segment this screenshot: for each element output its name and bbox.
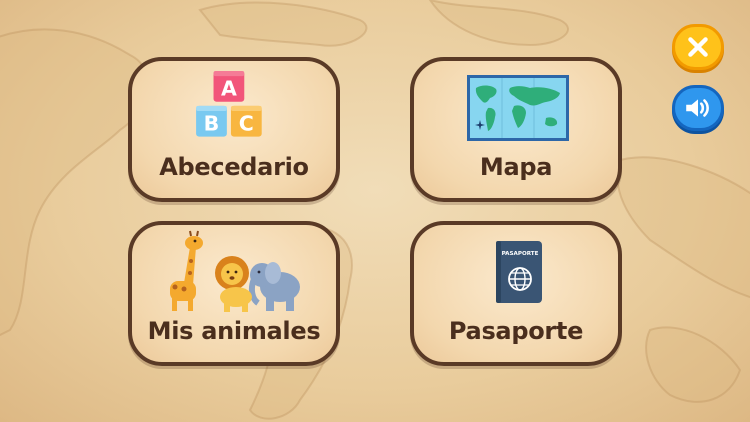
animals-label: Mis animales <box>147 317 321 345</box>
alphabet-card[interactable]: A B C Abecedario <box>128 57 340 202</box>
block-letter-b: B <box>204 112 220 136</box>
world-map-background <box>0 0 750 420</box>
block-letter-c: C <box>239 112 254 136</box>
map-card[interactable]: Mapa <box>410 57 622 202</box>
giraffe-lion-elephant-icon <box>170 230 300 312</box>
map-label: Mapa <box>479 153 553 181</box>
abc-blocks-icon: A B C <box>196 71 262 137</box>
passport-label: Pasaporte <box>448 317 584 345</box>
speaker-icon <box>686 99 709 117</box>
animals-card[interactable]: Mis animales <box>128 221 340 366</box>
block-letter-a: A <box>221 77 237 101</box>
passport-cover-text: PASAPORTE <box>502 251 539 257</box>
sound-button[interactable] <box>672 85 724 131</box>
passport-card[interactable]: PASAPORTE Pasaporte <box>410 221 622 366</box>
alphabet-label: Abecedario <box>159 153 309 181</box>
passport-icon: PASAPORTE <box>496 241 542 303</box>
world-map-icon <box>467 75 569 141</box>
close-button[interactable] <box>672 24 724 70</box>
close-icon <box>688 37 708 57</box>
